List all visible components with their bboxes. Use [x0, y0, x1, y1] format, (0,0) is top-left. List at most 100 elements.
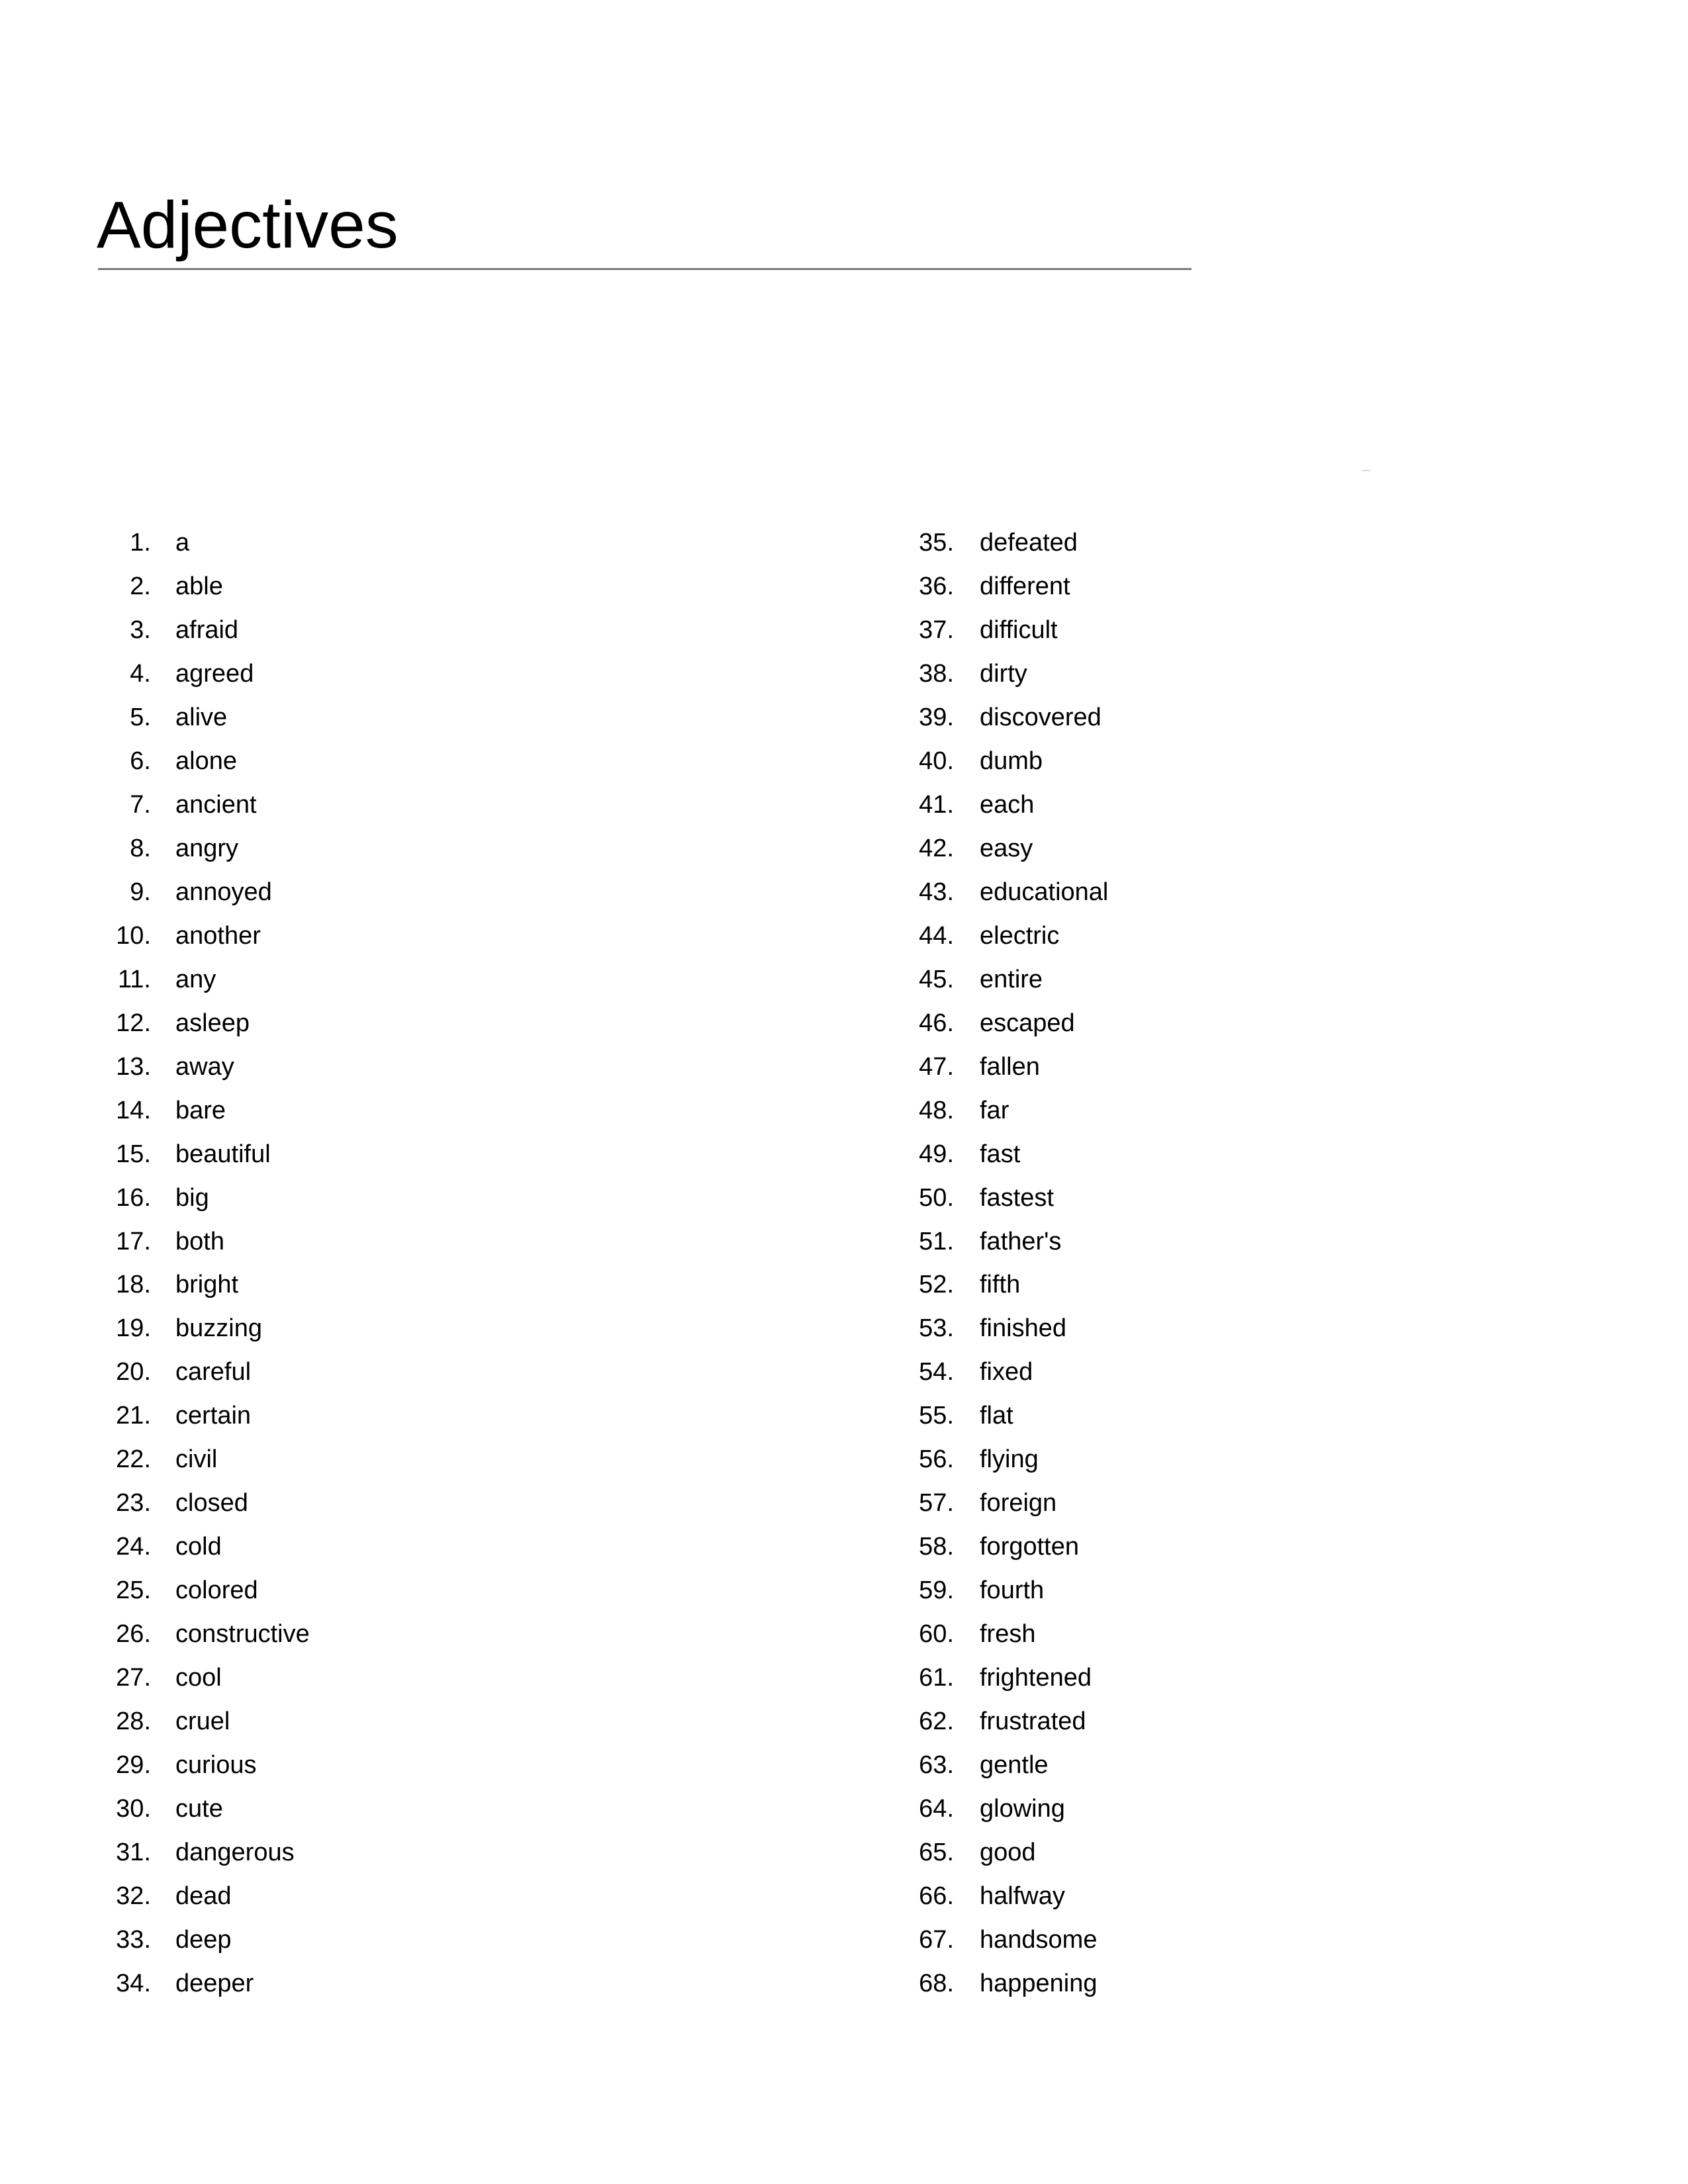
item-number: 27. — [116, 1664, 151, 1692]
item-word: fast — [980, 1140, 1021, 1168]
item-number: 37. — [919, 615, 954, 644]
item-number: 5. — [130, 703, 151, 731]
item-number: 29. — [116, 1751, 151, 1780]
item-word: finished — [980, 1314, 1066, 1343]
item-word: gentle — [980, 1751, 1049, 1780]
item-number: 19. — [116, 1314, 151, 1343]
item-word: angry — [175, 834, 239, 862]
item-word: cold — [175, 1533, 222, 1561]
item-word: easy — [980, 834, 1033, 862]
item-word: deep — [175, 1926, 232, 1954]
item-word: frightened — [980, 1664, 1092, 1692]
item-word: electric — [980, 921, 1060, 950]
item-word: constructive — [175, 1620, 310, 1649]
item-word: closed — [175, 1489, 248, 1518]
item-word: fastest — [980, 1183, 1054, 1212]
item-word: able — [175, 572, 223, 600]
item-word: buzzing — [175, 1314, 262, 1343]
item-number: 44. — [919, 921, 954, 950]
item-word: curious — [175, 1751, 257, 1780]
item-number: 51. — [919, 1227, 954, 1255]
item-word: dirty — [980, 659, 1027, 688]
item-number: 9. — [130, 878, 151, 906]
title-underline — [98, 268, 1192, 270]
item-word: fallen — [980, 1052, 1040, 1081]
item-number: 62. — [919, 1707, 954, 1736]
item-word: handsome — [980, 1926, 1098, 1954]
item-word: dangerous — [175, 1839, 295, 1867]
item-word: colored — [175, 1576, 258, 1605]
page-title: Adjectives — [97, 188, 399, 262]
item-word: educational — [980, 878, 1109, 906]
item-number: 53. — [919, 1314, 954, 1343]
item-number: 15. — [116, 1140, 151, 1168]
item-word: both — [175, 1227, 224, 1255]
item-number: 65. — [919, 1839, 954, 1867]
item-word: ancient — [175, 790, 257, 819]
item-word: away — [175, 1052, 234, 1081]
item-number: 48. — [919, 1096, 954, 1124]
item-word: annoyed — [175, 878, 272, 906]
item-number: 13. — [116, 1052, 151, 1081]
item-number: 34. — [116, 1969, 151, 1997]
item-word: forgotten — [980, 1533, 1079, 1561]
item-number: 61. — [919, 1664, 954, 1692]
item-word: any — [175, 965, 216, 993]
item-word: each — [980, 790, 1035, 819]
item-number: 46. — [919, 1009, 954, 1037]
item-number: 43. — [919, 878, 954, 906]
item-word: flying — [980, 1445, 1039, 1474]
item-word: fourth — [980, 1576, 1045, 1605]
item-word: foreign — [980, 1489, 1057, 1518]
item-word: different — [980, 572, 1070, 600]
item-number: 26. — [116, 1620, 151, 1649]
item-word: beautiful — [175, 1140, 271, 1168]
item-word: glowing — [980, 1795, 1065, 1823]
item-number: 25. — [116, 1576, 151, 1605]
item-word: another — [175, 921, 261, 950]
item-number: 20. — [116, 1358, 151, 1387]
item-word: halfway — [980, 1882, 1065, 1911]
item-number: 39. — [919, 703, 954, 731]
item-number: 55. — [919, 1402, 954, 1430]
item-word: deeper — [175, 1969, 254, 1997]
item-number: 1. — [130, 529, 151, 557]
item-word: bare — [175, 1096, 226, 1124]
item-word: a — [175, 529, 190, 557]
item-number: 57. — [919, 1489, 954, 1518]
item-number: 52. — [919, 1271, 954, 1299]
item-word: father's — [980, 1227, 1062, 1255]
item-number: 24. — [116, 1533, 151, 1561]
item-word: entire — [980, 965, 1043, 993]
item-number: 11. — [117, 965, 151, 993]
item-number: 64. — [919, 1795, 954, 1823]
item-number: 40. — [919, 747, 954, 775]
item-word: dead — [175, 1882, 232, 1911]
item-number: 41. — [919, 790, 954, 819]
item-word: careful — [175, 1358, 252, 1387]
item-word: discovered — [980, 703, 1102, 731]
item-number: 22. — [116, 1445, 151, 1474]
item-number: 32. — [116, 1882, 151, 1911]
item-number: 54. — [919, 1358, 954, 1387]
item-word: difficult — [980, 615, 1058, 644]
item-number: 30. — [116, 1795, 151, 1823]
item-number: 56. — [919, 1445, 954, 1474]
item-number: 50. — [919, 1183, 954, 1212]
item-word: asleep — [175, 1009, 250, 1037]
item-word: defeated — [980, 529, 1078, 557]
item-number: 7. — [130, 790, 151, 819]
item-word: dumb — [980, 747, 1043, 775]
item-number: 2. — [130, 572, 151, 600]
item-number: 45. — [919, 965, 954, 993]
item-word: escaped — [980, 1009, 1075, 1037]
item-number: 28. — [116, 1707, 151, 1736]
item-number: 6. — [130, 747, 151, 775]
item-word: afraid — [175, 615, 239, 644]
item-number: 36. — [919, 572, 954, 600]
item-word: good — [980, 1839, 1036, 1867]
item-word: agreed — [175, 659, 254, 688]
item-number: 16. — [116, 1183, 151, 1212]
item-word: cute — [175, 1795, 223, 1823]
item-number: 21. — [116, 1402, 151, 1430]
